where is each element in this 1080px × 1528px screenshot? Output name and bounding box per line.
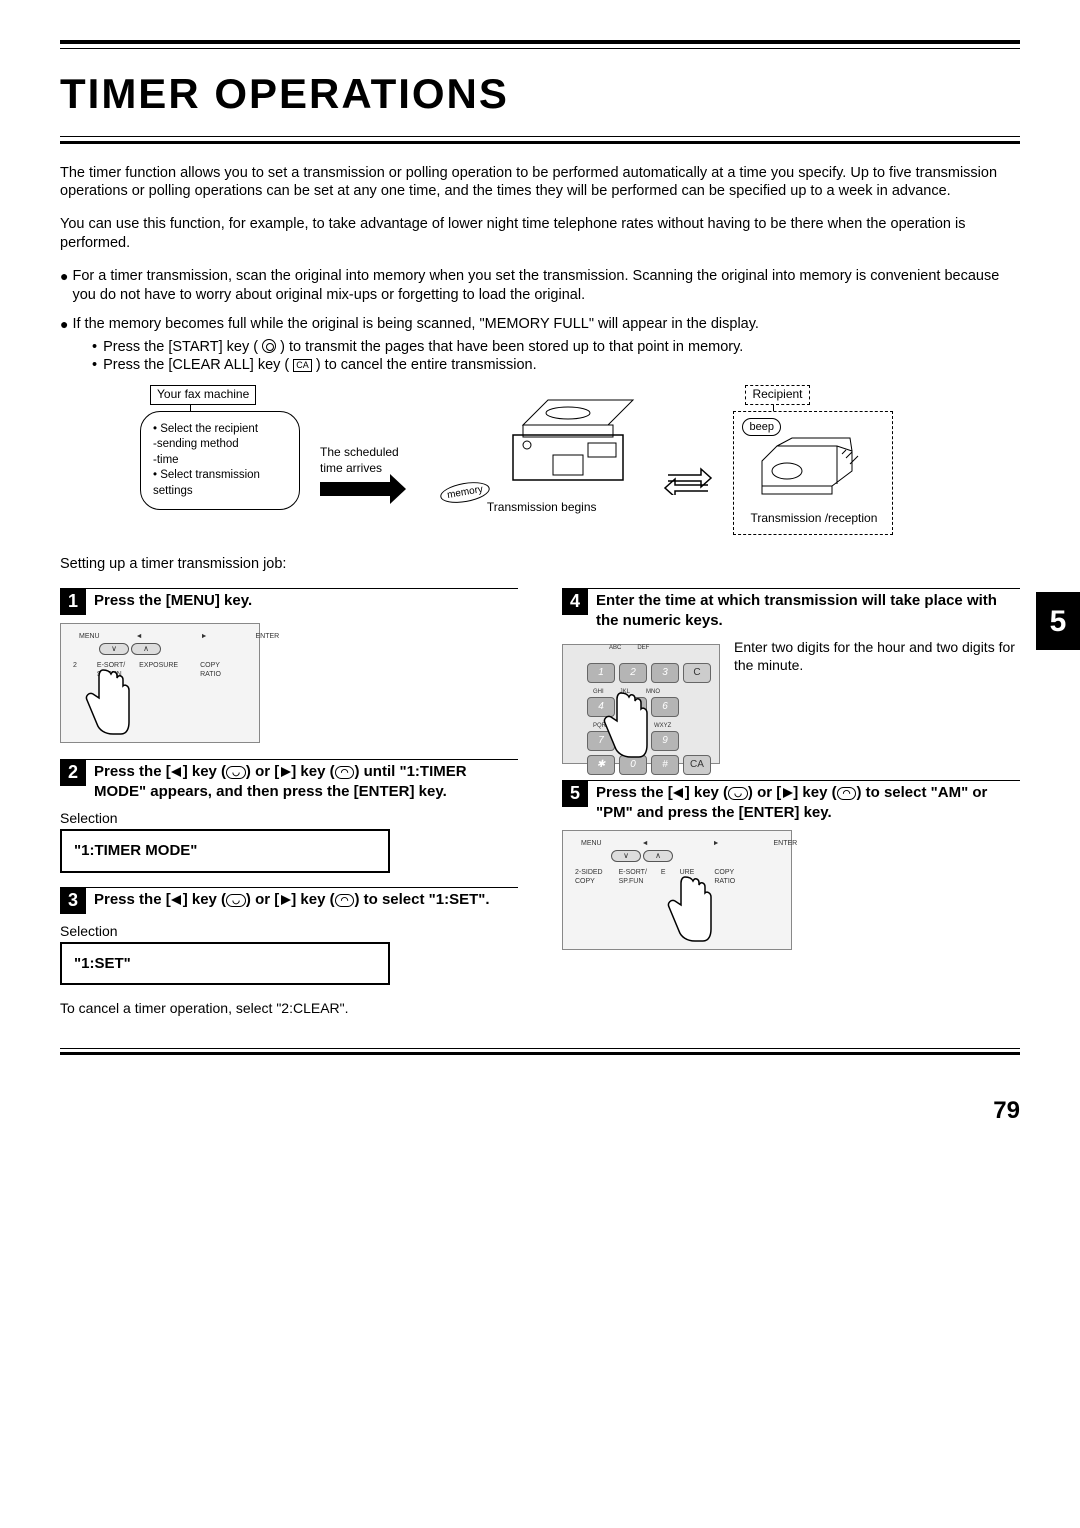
sub-bullet-1: Press the [START] key ( ) to transmit th… [103, 338, 743, 357]
bullet-1-text: For a timer transmission, scan the origi… [72, 267, 1020, 305]
trans-recv-label: Transmission /reception [750, 511, 884, 527]
flow-diagram: Your fax machine • Select the recipient … [140, 385, 1020, 535]
bullet-list-2: ● If the memory becomes full while the o… [60, 315, 1020, 376]
sub-bullet-2: Press the [CLEAR ALL] key ( CA ) to canc… [103, 356, 537, 375]
step-number-5: 5 [562, 781, 588, 807]
beep-label: beep [742, 418, 780, 436]
numeric-keypad-figure: ABCDEF 123C GHIJKLMNO 456 PQRSTUVWXYZ 78… [562, 644, 720, 764]
step-number-2: 2 [60, 760, 86, 786]
machine-col: memory Transmission begins [440, 385, 643, 515]
intro-paragraph-1: The timer function allows you to set a t… [60, 164, 1020, 202]
selection-box-2: "1:TIMER MODE" [60, 829, 390, 873]
fax-machine-icon [493, 385, 643, 495]
step-number-4: 4 [562, 589, 588, 615]
selection-label-3: Selection [60, 922, 518, 940]
cancel-note: To cancel a timer operation, select "2:C… [60, 999, 518, 1017]
start-key-icon [262, 339, 276, 353]
step-title-5: Press the [] key (◡) or [] key (◠) to se… [596, 781, 1020, 822]
recipient-label: Recipient [745, 385, 809, 405]
schedule-text: The scheduled time arrives [320, 445, 420, 476]
recipient-col: Recipient beep Transmission /reception [733, 385, 893, 535]
double-arrow-icon [663, 465, 713, 495]
arrow-icon [320, 482, 390, 496]
control-panel-figure-1: MENU ◄► ENTER ∨∧ 2 E-SORT/SP.FUN EXPOSUR… [60, 623, 260, 743]
steps-columns: 5 1 Press the [MENU] key. MENU ◄► ENTER … [60, 588, 1020, 1018]
recipient-box: beep Transmission /reception [733, 411, 893, 535]
bullet-icon: ● [60, 315, 68, 334]
bullet-icon: ● [60, 267, 68, 305]
control-panel-figure-5: MENU ◄► ENTER ∨∧ 2-SIDEDCOPY E-SORT/SP.F… [562, 830, 792, 950]
step-title-3: Press the [] key (◡) or [] key (◠) to se… [94, 888, 490, 910]
step-number-1: 1 [60, 589, 86, 615]
your-fax-col: Your fax machine • Select the recipient … [140, 385, 300, 510]
arrow-col: The scheduled time arrives [320, 385, 420, 496]
ca-key-icon: CA [293, 359, 312, 372]
step-title-1: Press the [MENU] key. [94, 589, 252, 611]
title-underline [60, 136, 1020, 144]
step-4-aux-text: Enter two digits for the hour and two di… [734, 638, 1020, 674]
intro-paragraph-2: You can use this function, for example, … [60, 215, 1020, 253]
dot-icon: • [92, 338, 97, 357]
chapter-tab: 5 [1036, 592, 1080, 650]
page-title: Timer Operations [60, 67, 1020, 122]
step-title-4: Enter the time at which transmission wil… [596, 589, 1020, 630]
selection-box-3: "1:SET" [60, 942, 390, 986]
right-column: 4 Enter the time at which transmission w… [562, 588, 1020, 1018]
setup-line: Setting up a timer transmission job: [60, 555, 1020, 574]
step-number-3: 3 [60, 888, 86, 914]
dot-icon: • [92, 356, 97, 375]
settings-box: • Select the recipient -sending method -… [140, 411, 300, 511]
step-title-2: Press the [] key (◡) or [] key (◠) until… [94, 760, 518, 801]
hand-icon [663, 875, 713, 945]
hand-icon [599, 691, 649, 761]
left-column: 1 Press the [MENU] key. MENU ◄► ENTER ∨∧… [60, 588, 518, 1018]
bullet-2-text: If the memory becomes full while the ori… [72, 315, 758, 334]
selection-label-2: Selection [60, 809, 518, 827]
hand-icon [81, 668, 131, 738]
top-rule [60, 40, 1020, 49]
recipient-fax-icon [742, 436, 872, 506]
bottom-rule [60, 1048, 1020, 1055]
your-fax-label: Your fax machine [150, 385, 256, 405]
page-number: 79 [60, 1095, 1020, 1126]
bullet-list: ● For a timer transmission, scan the ori… [60, 267, 1020, 305]
trans-begins-label: Transmission begins [440, 500, 643, 516]
